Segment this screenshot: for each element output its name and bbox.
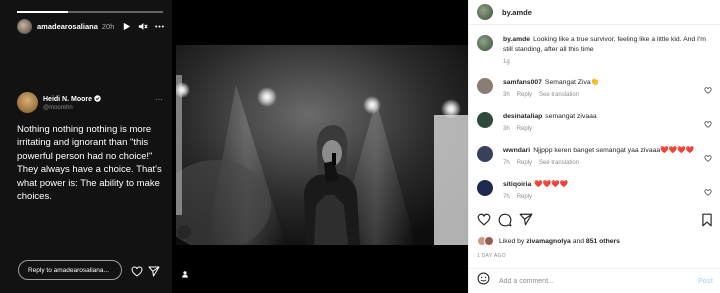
reply-button[interactable]: Reply bbox=[517, 194, 532, 200]
story-username[interactable]: amadearosaliana bbox=[37, 22, 98, 31]
likes-summary: Liked by zivamagnolya and 851 others bbox=[477, 236, 620, 246]
tweet-text: Nothing nothing nothing is more irritati… bbox=[17, 124, 162, 203]
comment-item: wwndari Njjppp keren banget semangat yaa … bbox=[477, 146, 712, 166]
verified-icon bbox=[94, 94, 101, 104]
more-icon[interactable] bbox=[155, 25, 164, 28]
share-icon[interactable] bbox=[519, 213, 533, 231]
tag-user-icon[interactable] bbox=[177, 225, 191, 278]
tweet-header: Heidi N. Moore @moorehn bbox=[17, 92, 101, 113]
comment-text: Njjppp keren banget semangat yaa zivaaa❤… bbox=[533, 147, 695, 154]
story-progress-fill bbox=[17, 11, 69, 13]
post-date: 1 DAY AGO bbox=[477, 253, 506, 259]
comment-avatar[interactable] bbox=[477, 180, 493, 196]
see-translation-button[interactable]: See translation bbox=[539, 92, 579, 98]
caption-username[interactable]: by.amde bbox=[503, 36, 530, 43]
story-panel: amadearosaliana 20h Heidi N. Moore @moor… bbox=[0, 0, 172, 293]
comment-avatar[interactable] bbox=[477, 78, 493, 94]
tweet-author-name: Heidi N. Moore bbox=[43, 95, 93, 103]
comment-avatar[interactable] bbox=[477, 112, 493, 128]
post-author-avatar[interactable] bbox=[477, 4, 493, 20]
story-time: 20h bbox=[101, 21, 115, 31]
post-actions bbox=[477, 213, 713, 232]
liker-avatar bbox=[484, 236, 494, 246]
bookmark-icon[interactable] bbox=[701, 213, 713, 232]
likes-username[interactable]: zivamagnolya bbox=[526, 238, 571, 245]
concert-photo bbox=[176, 45, 472, 245]
comment-time: 7h bbox=[503, 194, 510, 200]
post-author-username[interactable]: by.amde bbox=[502, 8, 532, 17]
reply-button[interactable]: Reply bbox=[517, 160, 532, 166]
post-header: by.amde bbox=[469, 0, 720, 25]
comment-username[interactable]: samfans007 bbox=[503, 79, 542, 86]
like-icon[interactable] bbox=[477, 213, 491, 231]
comment-time: 3h bbox=[503, 92, 510, 98]
comment-text: semangat zivaaa bbox=[545, 113, 597, 120]
reply-button[interactable]: Reply bbox=[517, 126, 532, 132]
comment-username[interactable]: wwndari bbox=[503, 147, 530, 154]
comment-like-icon[interactable] bbox=[704, 149, 712, 167]
story-reply-input[interactable]: Reply to amadearosaliana... bbox=[18, 260, 122, 280]
caption: by.amde Looking like a true survivor, fee… bbox=[477, 35, 712, 65]
caption-time: 1g bbox=[503, 59, 510, 65]
comment-username[interactable]: desinataliap bbox=[503, 113, 542, 120]
caption-avatar[interactable] bbox=[477, 35, 493, 51]
emoji-icon[interactable] bbox=[477, 272, 490, 290]
add-comment-bar: Post bbox=[469, 268, 720, 293]
share-icon[interactable] bbox=[148, 264, 160, 282]
comment-like-icon[interactable] bbox=[704, 81, 712, 99]
post-photo bbox=[172, 0, 472, 293]
comment-username[interactable]: sitiqoiria bbox=[503, 181, 531, 188]
play-icon[interactable] bbox=[122, 22, 131, 31]
instagram-post-view: amadearosaliana 20h Heidi N. Moore @moor… bbox=[0, 0, 720, 293]
comments-panel: by.amde by.amde Looking like a true survi… bbox=[468, 0, 720, 293]
see-translation-button[interactable]: See translation bbox=[539, 160, 579, 166]
comment-item: desinataliap semangat zivaaa 3h Reply bbox=[477, 112, 712, 132]
comment-item: sitiqoiria ❤️❤️❤️❤️ 7h Reply bbox=[477, 180, 712, 200]
likes-prefix: Liked by bbox=[499, 237, 525, 245]
comment-time: 3h bbox=[503, 126, 510, 132]
tweet-more-icon: ··· bbox=[155, 95, 163, 104]
tweet-avatar bbox=[17, 92, 38, 113]
comment-avatar[interactable] bbox=[477, 146, 493, 162]
comment-text: ❤️❤️❤️❤️ bbox=[534, 181, 569, 188]
caption-text: Looking like a true survivor, feeling li… bbox=[503, 36, 706, 53]
comment-item: samfans007 Semangat Ziva👏 3h Reply See tran… bbox=[477, 78, 712, 98]
likes-others[interactable]: 851 others bbox=[586, 238, 620, 245]
story-avatar[interactable] bbox=[17, 18, 32, 34]
comment-like-icon[interactable] bbox=[704, 183, 712, 201]
comment-like-icon[interactable] bbox=[704, 115, 712, 133]
likes-and: and bbox=[572, 237, 585, 245]
post-comment-button[interactable]: Post bbox=[698, 278, 713, 285]
comment-time: 7h bbox=[503, 160, 510, 166]
reply-button[interactable]: Reply bbox=[517, 92, 532, 98]
comment-text: Semangat Ziva👏 bbox=[544, 79, 600, 86]
tweet-handle: @moorehn bbox=[43, 104, 73, 111]
comment-input[interactable] bbox=[499, 277, 698, 285]
mute-icon[interactable] bbox=[138, 22, 148, 31]
comment-icon[interactable] bbox=[498, 213, 512, 232]
story-progress-bar bbox=[17, 11, 163, 13]
story-header: amadearosaliana 20h bbox=[17, 18, 164, 34]
heart-icon[interactable] bbox=[131, 264, 143, 282]
